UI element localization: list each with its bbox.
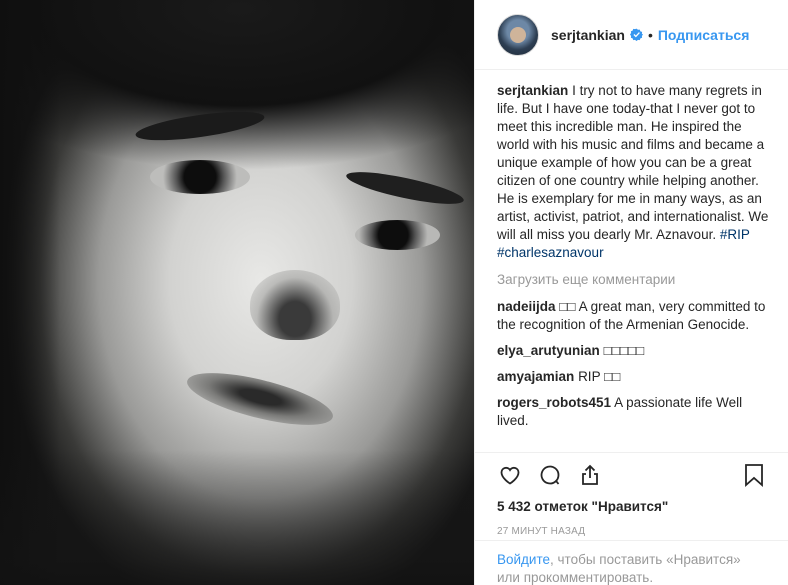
share-icon [582, 464, 598, 485]
comment-button[interactable] [537, 462, 563, 488]
post-actions: 5 432 отметок "Нравится" 27 минут назад [475, 452, 788, 537]
action-icons-row [497, 453, 767, 497]
comment-item: elya_arutyunian □□□□□ [497, 342, 775, 360]
like-button[interactable] [497, 462, 523, 488]
follow-button[interactable]: Подписаться [658, 27, 750, 43]
post-timestamp[interactable]: 27 минут назад [497, 526, 767, 537]
comment-username[interactable]: rogers_robots451 [497, 395, 611, 410]
likes-count[interactable]: 5 432 отметок "Нравится" [497, 499, 767, 514]
comment-text: □□□□□ [603, 343, 645, 358]
share-button[interactable] [577, 462, 603, 488]
comment-username[interactable]: amyajamian [497, 369, 574, 384]
comment-item: rogers_robots451 A passionate life Well … [497, 394, 775, 430]
author-avatar[interactable] [497, 13, 539, 56]
post-caption: serjtankian I try not to have many regre… [497, 82, 775, 262]
load-more-comments-button[interactable]: Загрузить еще комментарии [497, 271, 775, 289]
caption-username[interactable]: serjtankian [497, 83, 568, 98]
login-prompt: Войдите, чтобы поставить «Нравится» или … [475, 540, 788, 585]
save-button[interactable] [741, 462, 767, 488]
hashtag-link[interactable]: #RIP [720, 227, 750, 242]
bookmark-icon [745, 464, 763, 487]
comment-username[interactable]: nadeiijda [497, 299, 556, 314]
comment-icon [540, 465, 560, 485]
author-username[interactable]: serjtankian [551, 27, 625, 43]
comment-username[interactable]: elya_arutyunian [497, 343, 600, 358]
login-link[interactable]: Войдите [497, 552, 550, 567]
comment-item: amyajamian RIP □□ [497, 368, 775, 386]
heart-icon [500, 466, 520, 485]
post-header: serjtankian • Подписаться [475, 0, 788, 70]
caption-text: I try not to have many regrets in life. … [497, 83, 769, 242]
hashtag-link[interactable]: #charlesaznavour [497, 245, 604, 260]
comment-item: nadeiijda □□ A great man, very committed… [497, 298, 775, 334]
comments-list: serjtankian I try not to have many regre… [497, 82, 775, 438]
comment-text: RIP □□ [578, 369, 621, 384]
verified-badge-icon [629, 28, 643, 41]
post-side-panel: serjtankian • Подписаться serjtankian I … [474, 0, 788, 585]
post-photo[interactable] [0, 0, 474, 585]
separator-dot: • [647, 26, 653, 43]
